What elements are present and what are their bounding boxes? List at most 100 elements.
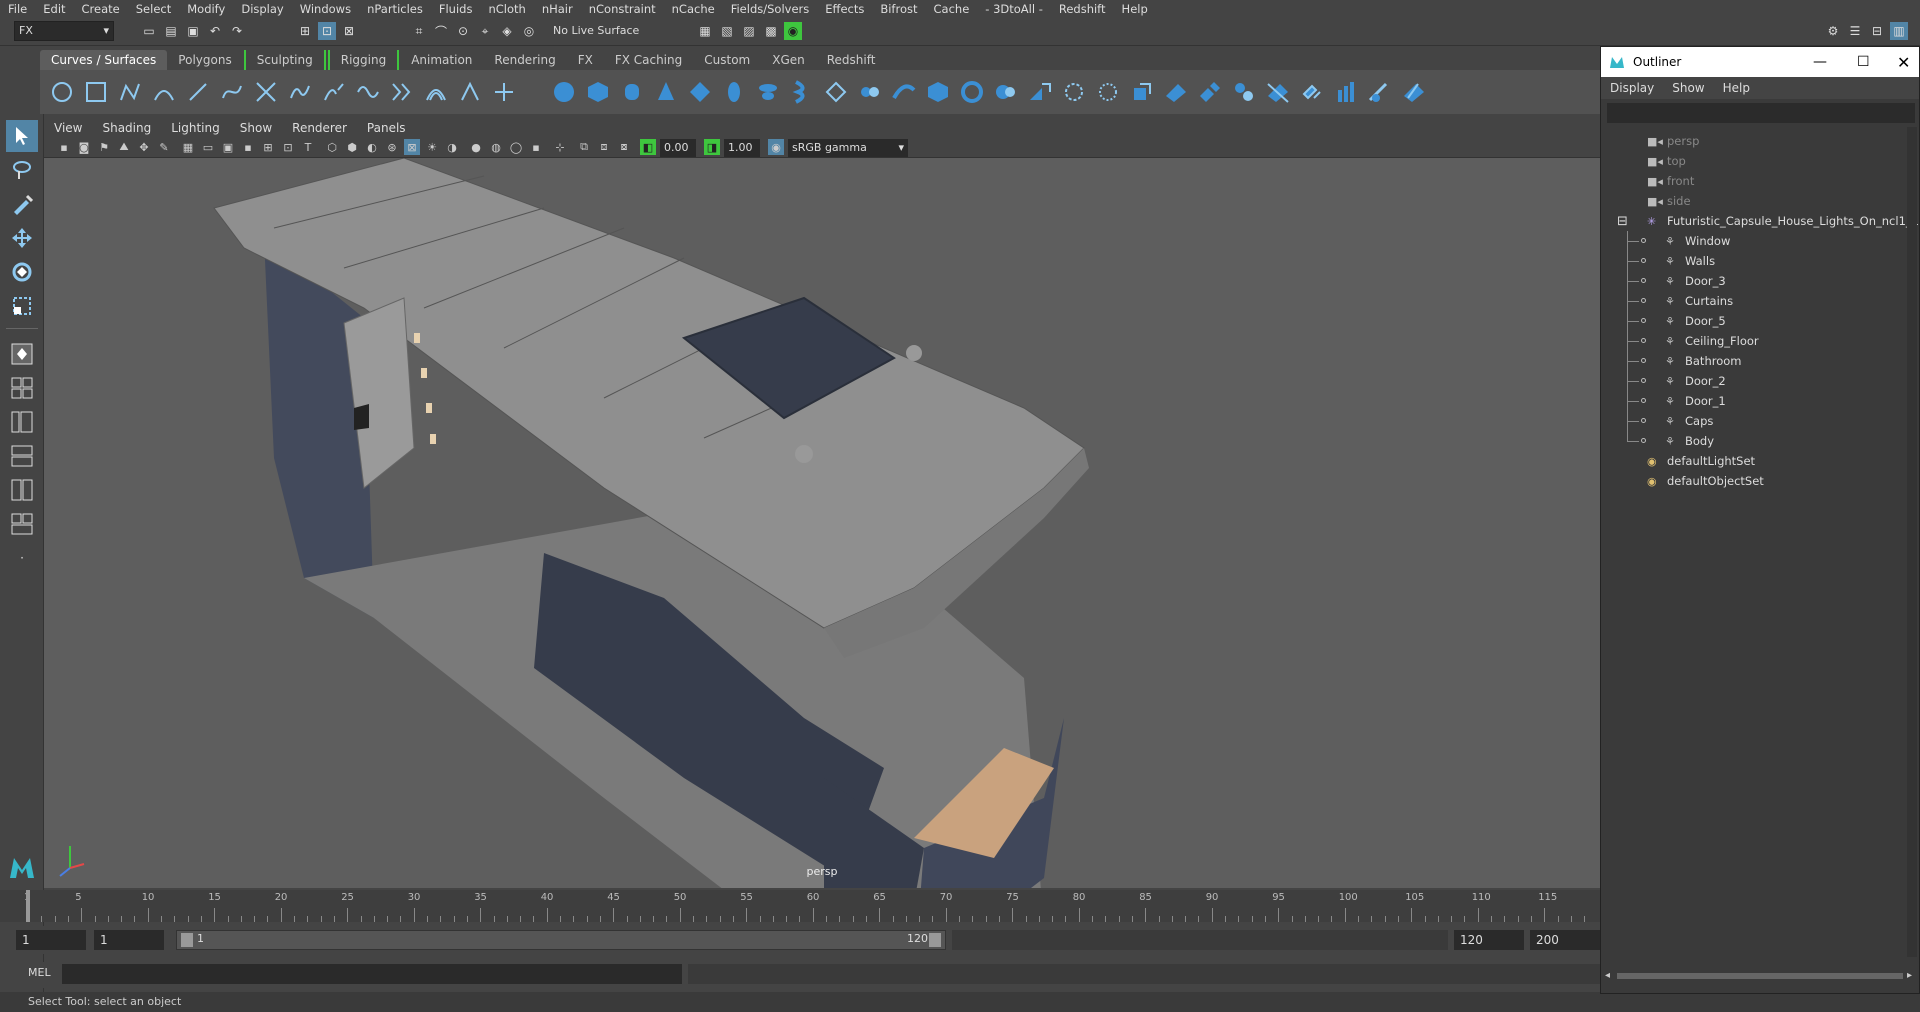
new-scene-icon[interactable]: ▭ (140, 22, 158, 40)
redshift-render-icon[interactable]: ◉ (784, 22, 802, 40)
nurbs-cone-icon[interactable] (652, 78, 680, 106)
shelf-tab-rendering[interactable]: Rendering (483, 50, 566, 70)
bevel-plus-icon[interactable] (924, 78, 952, 106)
menu-bifrost[interactable]: Bifrost (872, 2, 925, 16)
time-slider[interactable]: 1510152025303540455055606570758085909510… (0, 890, 1600, 922)
nurbs-torus-icon[interactable] (720, 78, 748, 106)
outliner-item-body[interactable]: ⚘ Body (1601, 431, 1901, 451)
menu-fields-solvers[interactable]: Fields/Solvers (723, 2, 818, 16)
default-material-icon[interactable]: ◐ (364, 139, 380, 155)
more-layouts-icon[interactable]: · (6, 542, 38, 574)
command-language-toggle[interactable]: MEL (28, 966, 51, 979)
current-frame-field[interactable]: 1 (94, 930, 164, 950)
menu-ncache[interactable]: nCache (664, 2, 723, 16)
resolution-gate-icon[interactable]: ▣ (220, 139, 236, 155)
menu-edit[interactable]: Edit (35, 2, 73, 16)
menu-modify[interactable]: Modify (179, 2, 233, 16)
four-view-layout-icon[interactable] (6, 372, 38, 404)
intersect-surfaces-icon[interactable] (1060, 78, 1088, 106)
grease-pencil-icon[interactable]: ✎ (156, 139, 172, 155)
outliner-item-front[interactable]: ■◂ front (1601, 171, 1901, 191)
outliner-menu-display[interactable]: Display (1601, 81, 1663, 95)
planar-icon[interactable] (822, 78, 850, 106)
menu-select[interactable]: Select (128, 2, 179, 16)
select-component-icon[interactable]: ⊠ (340, 22, 358, 40)
xray-icon[interactable]: ⧉ (576, 139, 592, 155)
menu-nconstraint[interactable]: nConstraint (581, 2, 664, 16)
outliner-item-side[interactable]: ■◂ side (1601, 191, 1901, 211)
boundary-icon[interactable] (958, 78, 986, 106)
project-curve-icon[interactable] (1026, 78, 1054, 106)
menu-windows[interactable]: Windows (292, 2, 359, 16)
ipr-render-icon[interactable]: ▧ (718, 22, 736, 40)
reverse-curve-icon[interactable] (456, 78, 484, 106)
shelf-tab-xgen[interactable]: XGen (761, 50, 816, 70)
field-chart-icon[interactable]: ⊞ (260, 139, 276, 155)
maximize-icon[interactable]: ☐ (1857, 54, 1870, 70)
surface-editing-icon[interactable] (1400, 78, 1428, 106)
untrim-icon[interactable] (1128, 78, 1156, 106)
revolve-icon[interactable] (754, 78, 782, 106)
outliner-vertical-scrollbar[interactable] (1907, 127, 1917, 957)
menu-create[interactable]: Create (74, 2, 128, 16)
modeling-toolkit-icon[interactable]: ⚙ (1824, 22, 1842, 40)
scroll-left-icon[interactable]: ◂ (1605, 970, 1610, 981)
nurbs-plane-icon[interactable] (686, 78, 714, 106)
lasso-tool-icon[interactable] (6, 154, 38, 186)
shelf-tab-animation[interactable]: Animation (400, 50, 483, 70)
snap-live-icon[interactable]: ◎ (520, 22, 538, 40)
outliner-menu-show[interactable]: Show (1663, 81, 1713, 95)
outliner-item-bathroom[interactable]: ⚘ Bathroom (1601, 351, 1901, 371)
menu-display[interactable]: Display (233, 2, 291, 16)
scale-tool-icon[interactable] (6, 290, 38, 322)
curve-intersect-icon[interactable] (252, 78, 280, 106)
minimize-icon[interactable]: — (1813, 54, 1827, 70)
safe-title-icon[interactable]: T (300, 139, 316, 155)
cv-curve-icon[interactable] (116, 78, 144, 106)
range-end-handle[interactable] (929, 933, 941, 947)
current-time-marker[interactable] (26, 890, 30, 922)
bezier-curve-icon[interactable] (218, 78, 246, 106)
outliner-item-door-5[interactable]: ⚘ Door_5 (1601, 311, 1901, 331)
insert-isoparm-icon[interactable] (1264, 78, 1292, 106)
channel-box-icon[interactable]: ▥ (1890, 22, 1908, 40)
single-perspective-layout-icon[interactable] (6, 338, 38, 370)
outliner-item-door-2[interactable]: ⚘ Door_2 (1601, 371, 1901, 391)
persp-graph-layout-icon[interactable] (6, 440, 38, 472)
trim-tool-icon[interactable] (1094, 78, 1122, 106)
image-plane-icon[interactable]: ⛰ (116, 139, 132, 155)
select-camera-icon[interactable]: ▪ (56, 139, 72, 155)
select-hierarchy-icon[interactable]: ⊞ (296, 22, 314, 40)
nurbs-cube-icon[interactable] (584, 78, 612, 106)
detach-curves-icon[interactable] (320, 78, 348, 106)
camera-attributes-icon[interactable]: ◙ (76, 139, 92, 155)
grid-toggle-icon[interactable]: ▦ (180, 139, 196, 155)
snap-curve-icon[interactable]: ⌒ (432, 22, 450, 40)
snap-point-icon[interactable]: ⊙ (454, 22, 472, 40)
gamma-field[interactable]: 1.00 (724, 139, 760, 157)
rotate-tool-icon[interactable] (6, 256, 38, 288)
open-scene-icon[interactable]: ▤ (162, 22, 180, 40)
close-icon[interactable]: ✕ (1897, 53, 1910, 72)
move-tool-icon[interactable] (6, 222, 38, 254)
bookmarks-icon[interactable]: ⚑ (96, 139, 112, 155)
outliner-item-group[interactable]: ⊟ ✳ Futuristic_Capsule_House_Lights_On_ncl… (1601, 211, 1919, 231)
xray-joints-icon[interactable]: ⧈ (596, 139, 612, 155)
outliner-item-door-1[interactable]: ⚘ Door_1 (1601, 391, 1901, 411)
wireframe-icon[interactable]: ⬡ (324, 139, 340, 155)
panel-menu-panels[interactable]: Panels (357, 121, 416, 135)
outliner-search-input[interactable] (1607, 103, 1915, 123)
outliner-item-defaultlightset[interactable]: ◉ defaultLightSet (1601, 451, 1901, 471)
depth-of-field-icon[interactable]: ▪ (528, 139, 544, 155)
menu-fluids[interactable]: Fluids (431, 2, 481, 16)
panel-menu-view[interactable]: View (44, 121, 92, 135)
outliner-item-walls[interactable]: ⚘ Walls (1601, 251, 1901, 271)
outliner-menu-help[interactable]: Help (1714, 81, 1759, 95)
redo-icon[interactable]: ↷ (228, 22, 246, 40)
hypershade-icon[interactable]: ▩ (762, 22, 780, 40)
animation-start-field[interactable]: 1 (16, 930, 86, 950)
film-gate-icon[interactable]: ▭ (200, 139, 216, 155)
menu-ncloth[interactable]: nCloth (480, 2, 533, 16)
render-frame-icon[interactable]: ▦ (696, 22, 714, 40)
collapse-icon[interactable]: ⊟ (1617, 214, 1628, 229)
